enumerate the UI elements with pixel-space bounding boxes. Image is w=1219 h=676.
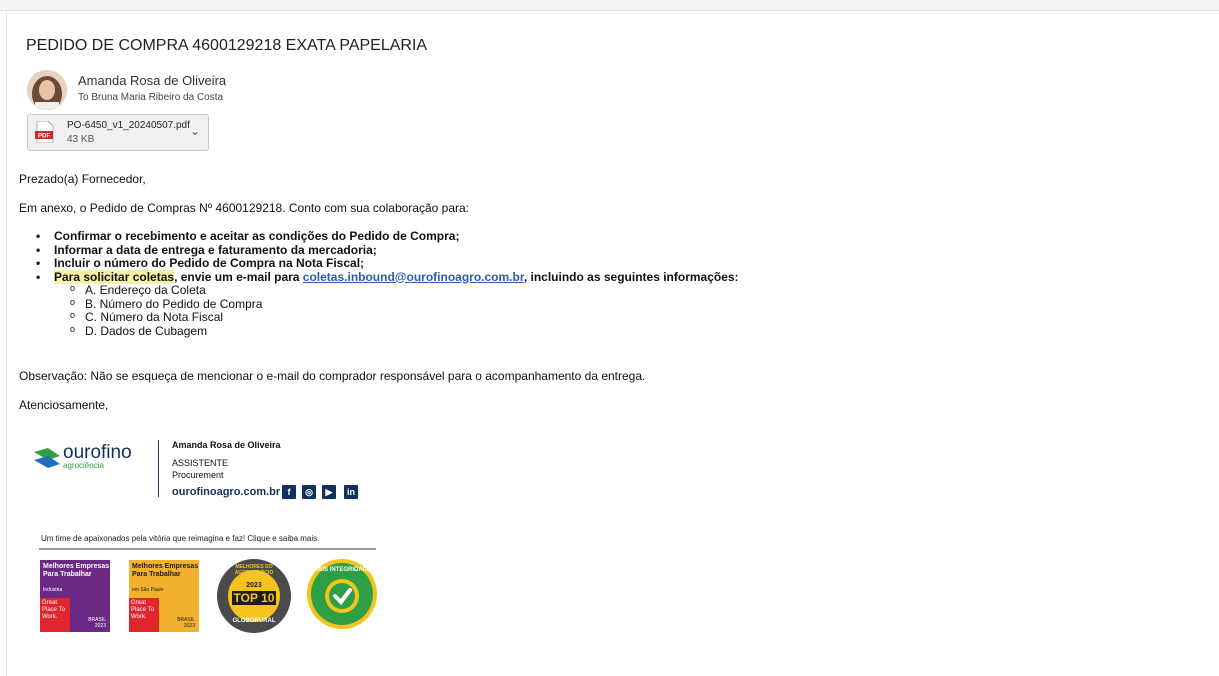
award-title: MAIS INTEGRIDADE bbox=[312, 567, 371, 573]
signature-website-link[interactable]: ourofinoagro.com.br bbox=[172, 486, 280, 498]
award-year: BRASIL 2023 bbox=[88, 617, 106, 629]
youtube-icon[interactable]: ▶ bbox=[322, 485, 336, 499]
attachment-size: 43 KB bbox=[67, 134, 95, 145]
award-brand: GLOBORURAL bbox=[232, 618, 276, 624]
pdf-file-icon: PDF bbox=[35, 120, 55, 144]
sender-avatar[interactable] bbox=[27, 70, 67, 110]
greeting: Prezado(a) Fornecedor, bbox=[19, 172, 146, 186]
facebook-icon[interactable]: f bbox=[282, 485, 296, 499]
closing: Atenciosamente, bbox=[19, 398, 109, 412]
coletas-text: , envie um e-mail para bbox=[174, 269, 303, 284]
sub-list-item: A. Endereço da Coleta bbox=[36, 282, 739, 298]
list-item-coletas: Para solicitar coletas, envie um e-mail … bbox=[36, 269, 739, 285]
coletas-text-tail: , incluindo as seguintes informações: bbox=[523, 269, 739, 284]
logo-subtitle: agrociência bbox=[63, 461, 104, 470]
award-subtitle: TOP 10 bbox=[233, 591, 275, 605]
sub-list-item: C. Número da Nota Fiscal bbox=[36, 309, 739, 325]
list-item: Confirmar o recebimento e aceitar as con… bbox=[36, 229, 739, 244]
observation: Observação: Não se esqueça de mencionar … bbox=[19, 369, 646, 383]
award-subtitle: em São Paulo bbox=[132, 587, 164, 593]
instagram-icon[interactable]: ◎ bbox=[302, 485, 316, 499]
list-item: Informar a data de entrega e faturamento… bbox=[36, 243, 739, 258]
ourofino-logo-mark: ourofino agrociência bbox=[34, 442, 132, 470]
attachment-card[interactable]: PDF PO-6450_v1_20240507.pdf 43 KB ⌄ bbox=[27, 114, 209, 151]
gptw-sao-paulo-badge[interactable]: Melhores Empresas Para Trabalhar em São … bbox=[129, 560, 199, 632]
mais-integridade-badge[interactable]: MAIS INTEGRIDADE bbox=[306, 558, 378, 630]
chevron-down-icon[interactable]: ⌄ bbox=[190, 124, 200, 138]
sub-list-item: D. Dados de Cubagem bbox=[36, 323, 739, 339]
list-item: Incluir o número do Pedido de Compra na … bbox=[36, 256, 739, 271]
signature-divider bbox=[158, 440, 159, 497]
award-year: BRASIL 2023 bbox=[177, 617, 195, 629]
signature-role: ASSISTENTE bbox=[172, 458, 229, 468]
signature-department: Procurement bbox=[172, 470, 224, 480]
reading-pane-border bbox=[6, 12, 7, 676]
top-toolbar-strip bbox=[0, 0, 1219, 11]
sub-list-item: B. Número do Pedido de Compra bbox=[36, 296, 739, 312]
coletas-email-link[interactable]: coletas.inbound@ourofinoagro.com.br bbox=[303, 270, 524, 284]
instructions-list: Confirmar o recebimento e aceitar as con… bbox=[36, 229, 739, 339]
award-title: Melhores Empresas Para Trabalhar bbox=[43, 563, 110, 578]
award-subtitle: Indústria bbox=[43, 587, 63, 593]
pdf-badge-label: PDF bbox=[38, 134, 50, 140]
tagline-divider bbox=[39, 548, 376, 550]
intro-paragraph: Em anexo, o Pedido de Compras Nº 4600129… bbox=[19, 201, 469, 215]
award-title: Melhores Empresas Para Trabalhar bbox=[132, 563, 199, 578]
signature-tagline-link[interactable]: Um time de apaixonados pela vitória que … bbox=[41, 534, 319, 543]
sender-name[interactable]: Amanda Rosa de Oliveira bbox=[78, 73, 226, 88]
logo-wordmark: ourofino bbox=[63, 442, 132, 463]
signature-name: Amanda Rosa de Oliveira bbox=[172, 440, 281, 450]
award-year: 2023 bbox=[246, 582, 262, 589]
linkedin-icon[interactable]: in bbox=[344, 485, 358, 499]
ourofino-logo[interactable]: ourofino agrociência bbox=[34, 438, 154, 478]
gptw-industria-badge[interactable]: Melhores Empresas Para Trabalhar Indústr… bbox=[40, 560, 110, 632]
gptw-seal: Great Place To Work. bbox=[40, 598, 70, 632]
award-title: MELHORES DO AGRONEGÓCIO bbox=[234, 564, 274, 576]
top10-globo-rural-badge[interactable]: MELHORES DO AGRONEGÓCIO 2023 TOP 10 GLOB… bbox=[216, 558, 292, 634]
email-subject: PEDIDO DE COMPRA 4600129218 EXATA PAPELA… bbox=[26, 37, 428, 54]
gptw-seal: Great Place To Work. bbox=[129, 598, 159, 632]
recipient-line: To Bruna Maria Ribeiro da Costa bbox=[78, 92, 224, 103]
attachment-filename: PO-6450_v1_20240507.pdf bbox=[67, 120, 190, 131]
